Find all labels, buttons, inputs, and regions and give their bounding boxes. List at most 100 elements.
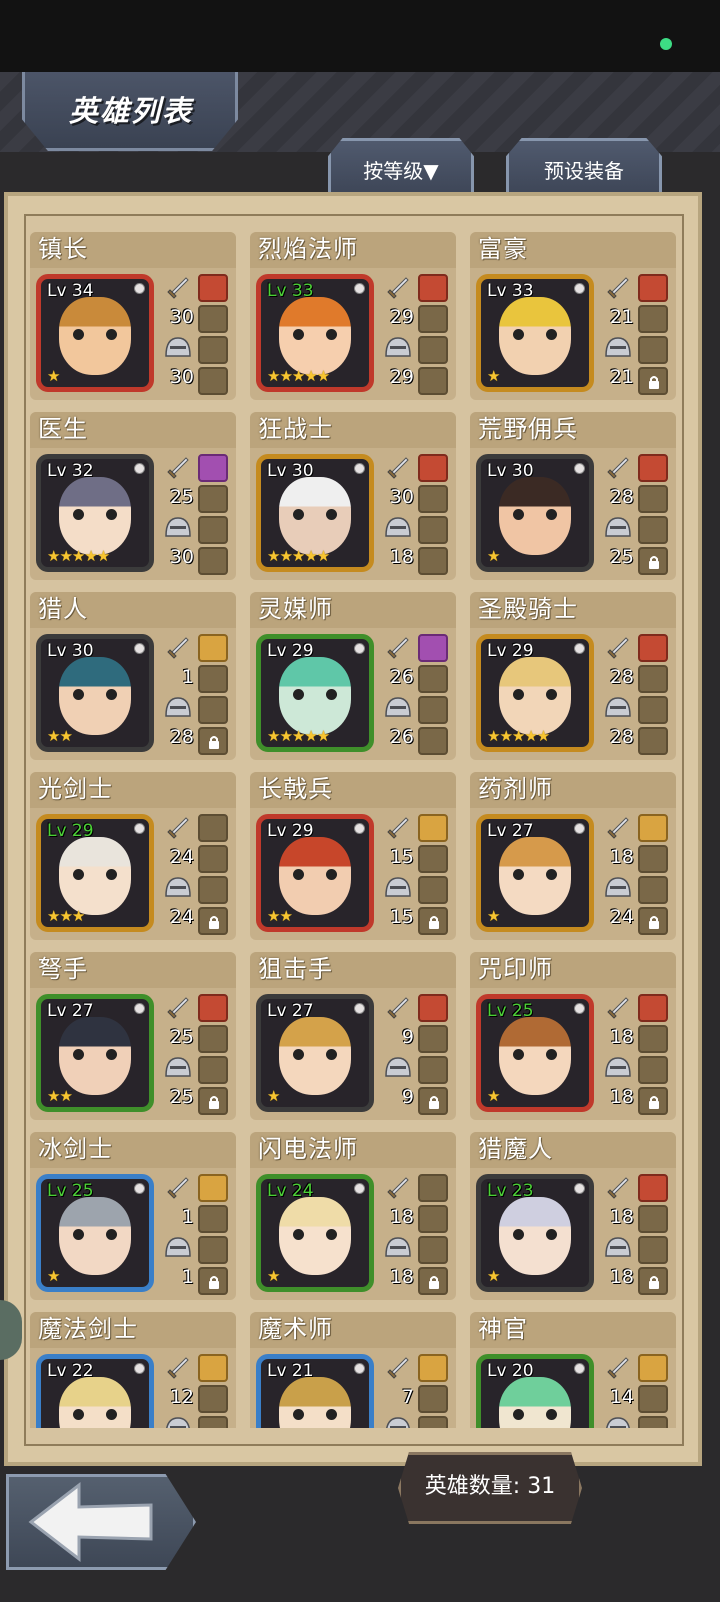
equipment-slot[interactable]	[198, 336, 228, 364]
equipment-slot[interactable]	[418, 1025, 448, 1053]
preset-equipment-tab[interactable]: 预设装备	[506, 138, 662, 199]
hero-card[interactable]: 闪电法师 Lv 24 ★ 18 18	[250, 1132, 456, 1300]
equipment-slot[interactable]	[638, 1385, 668, 1413]
equipment-slot[interactable]	[198, 814, 228, 842]
equipment-slot[interactable]	[638, 634, 668, 662]
equipment-slot[interactable]	[418, 454, 448, 482]
equipment-slot[interactable]	[418, 1416, 448, 1428]
equipment-slot[interactable]	[638, 1267, 668, 1295]
equipment-slot[interactable]	[418, 547, 448, 575]
hero-card[interactable]: 长戟兵 Lv 29 ★★ 15 15	[250, 772, 456, 940]
equipment-slot[interactable]	[418, 727, 448, 755]
equipment-slot[interactable]	[638, 1025, 668, 1053]
back-button[interactable]	[6, 1474, 196, 1570]
equipment-slot[interactable]	[638, 1087, 668, 1115]
equipment-slot[interactable]	[418, 907, 448, 935]
hero-portrait[interactable]: Lv 22	[36, 1354, 154, 1428]
hero-card[interactable]: 魔法剑士 Lv 22 12	[30, 1312, 236, 1428]
equipment-slot[interactable]	[638, 1056, 668, 1084]
equipment-slot[interactable]	[198, 367, 228, 395]
equipment-slot[interactable]	[638, 845, 668, 873]
hero-portrait[interactable]: Lv 33 ★	[476, 274, 594, 392]
equipment-slot[interactable]	[198, 634, 228, 662]
hero-portrait[interactable]: Lv 34 ★	[36, 274, 154, 392]
hero-card[interactable]: 光剑士 Lv 29 ★★★ 24 24	[30, 772, 236, 940]
hero-card[interactable]: 富豪 Lv 33 ★ 21 21	[470, 232, 676, 400]
hero-portrait[interactable]: Lv 21	[256, 1354, 374, 1428]
hero-card[interactable]: 猎人 Lv 30 ★★ 1 28	[30, 592, 236, 760]
equipment-slot[interactable]	[198, 907, 228, 935]
equipment-slot[interactable]	[198, 1236, 228, 1264]
hero-portrait[interactable]: Lv 33 ★★★★★	[256, 274, 374, 392]
equipment-slot[interactable]	[418, 367, 448, 395]
hero-portrait[interactable]: Lv 27 ★★	[36, 994, 154, 1112]
equipment-slot[interactable]	[638, 876, 668, 904]
equipment-slot[interactable]	[418, 1174, 448, 1202]
hero-portrait[interactable]: Lv 20	[476, 1354, 594, 1428]
hero-card[interactable]: 荒野佣兵 Lv 30 ★ 28 25	[470, 412, 676, 580]
equipment-slot[interactable]	[198, 454, 228, 482]
hero-card[interactable]: 猎魔人 Lv 23 ★ 18 18	[470, 1132, 676, 1300]
hero-card[interactable]: 弩手 Lv 27 ★★ 25 25	[30, 952, 236, 1120]
equipment-slot[interactable]	[198, 727, 228, 755]
equipment-slot[interactable]	[418, 1385, 448, 1413]
sort-by-level-tab[interactable]: 按等级▼	[328, 138, 474, 199]
equipment-slot[interactable]	[418, 1354, 448, 1382]
equipment-slot[interactable]	[418, 516, 448, 544]
hero-portrait[interactable]: Lv 29 ★★★	[36, 814, 154, 932]
hero-portrait[interactable]: Lv 30 ★★	[36, 634, 154, 752]
equipment-slot[interactable]	[198, 876, 228, 904]
hero-portrait[interactable]: Lv 27 ★	[476, 814, 594, 932]
equipment-slot[interactable]	[418, 634, 448, 662]
equipment-slot[interactable]	[418, 876, 448, 904]
equipment-slot[interactable]	[418, 336, 448, 364]
equipment-slot[interactable]	[638, 485, 668, 513]
equipment-slot[interactable]	[418, 1205, 448, 1233]
hero-portrait[interactable]: Lv 32 ★★★★★	[36, 454, 154, 572]
hero-card[interactable]: 医生 Lv 32 ★★★★★ 25 30	[30, 412, 236, 580]
equipment-slot[interactable]	[198, 1025, 228, 1053]
hero-portrait[interactable]: Lv 25 ★	[36, 1174, 154, 1292]
equipment-slot[interactable]	[418, 696, 448, 724]
equipment-slot[interactable]	[198, 1087, 228, 1115]
equipment-slot[interactable]	[418, 845, 448, 873]
equipment-slot[interactable]	[638, 665, 668, 693]
equipment-slot[interactable]	[198, 485, 228, 513]
hero-portrait[interactable]: Lv 30 ★	[476, 454, 594, 572]
equipment-slot[interactable]	[638, 454, 668, 482]
equipment-slot[interactable]	[638, 305, 668, 333]
hero-card[interactable]: 咒印师 Lv 25 ★ 18 18	[470, 952, 676, 1120]
hero-portrait[interactable]: Lv 29 ★★★★★	[476, 634, 594, 752]
hero-card[interactable]: 灵媒师 Lv 29 ★★★★★ 26 26	[250, 592, 456, 760]
hero-card[interactable]: 圣殿骑士 Lv 29 ★★★★★ 28 28	[470, 592, 676, 760]
hero-card[interactable]: 冰剑士 Lv 25 ★ 1 1	[30, 1132, 236, 1300]
hero-card[interactable]: 药剂师 Lv 27 ★ 18 24	[470, 772, 676, 940]
equipment-slot[interactable]	[198, 1267, 228, 1295]
equipment-slot[interactable]	[198, 665, 228, 693]
hero-portrait[interactable]: Lv 25 ★	[476, 994, 594, 1112]
equipment-slot[interactable]	[638, 274, 668, 302]
equipment-slot[interactable]	[418, 274, 448, 302]
equipment-slot[interactable]	[638, 814, 668, 842]
hero-portrait[interactable]: Lv 30 ★★★★★	[256, 454, 374, 572]
hero-portrait[interactable]: Lv 29 ★★★★★	[256, 634, 374, 752]
equipment-slot[interactable]	[198, 696, 228, 724]
equipment-slot[interactable]	[638, 1205, 668, 1233]
equipment-slot[interactable]	[638, 994, 668, 1022]
equipment-slot[interactable]	[418, 305, 448, 333]
equipment-slot[interactable]	[638, 1174, 668, 1202]
equipment-slot[interactable]	[638, 696, 668, 724]
equipment-slot[interactable]	[198, 1056, 228, 1084]
equipment-slot[interactable]	[418, 814, 448, 842]
equipment-slot[interactable]	[638, 336, 668, 364]
equipment-slot[interactable]	[198, 1354, 228, 1382]
hero-grid[interactable]: 镇长 Lv 34 ★ 30 30 烈焰法师 Lv 33 ★★★★★ 29 29 富豪 Lv 33 ★ 21…	[30, 232, 686, 1428]
equipment-slot[interactable]	[638, 367, 668, 395]
hero-card[interactable]: 狙击手 Lv 27 ★ 9 9	[250, 952, 456, 1120]
equipment-slot[interactable]	[418, 1056, 448, 1084]
equipment-slot[interactable]	[198, 547, 228, 575]
equipment-slot[interactable]	[198, 994, 228, 1022]
equipment-slot[interactable]	[418, 994, 448, 1022]
hero-card[interactable]: 魔术师 Lv 21 7	[250, 1312, 456, 1428]
hero-card[interactable]: 狂战士 Lv 30 ★★★★★ 30 18	[250, 412, 456, 580]
